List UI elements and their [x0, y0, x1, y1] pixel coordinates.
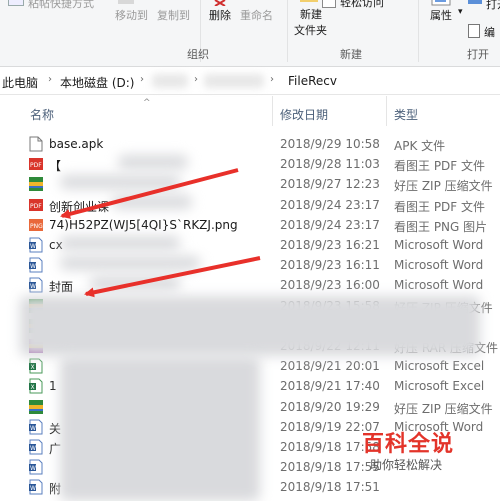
red-arrow: [84, 256, 261, 298]
watermark-title: 百科全说: [362, 432, 455, 457]
watermark-subtitle: 助你轻松解决: [370, 458, 443, 472]
red-arrow: [60, 168, 239, 219]
watermark: 百科全说 助你轻松解决: [352, 424, 464, 476]
